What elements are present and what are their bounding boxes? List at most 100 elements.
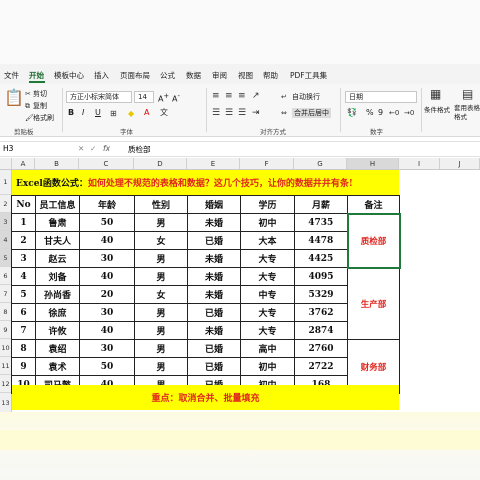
wrap-text-icon[interactable]: ↵ <box>281 92 287 102</box>
cell[interactable]: 未婚 <box>187 249 241 268</box>
phonetic-icon[interactable]: 文 <box>160 108 168 118</box>
column-header[interactable]: J <box>440 158 480 170</box>
cell[interactable]: 高中 <box>240 339 295 358</box>
menu-review[interactable]: 审阅 <box>212 70 227 81</box>
decrease-decimal-icon[interactable]: →0 <box>404 108 414 118</box>
cell[interactable]: 中专 <box>240 285 295 304</box>
align-right-icon[interactable]: ☰ <box>238 108 246 118</box>
merge-icon[interactable]: ⇔ <box>281 108 287 118</box>
fill-color-icon[interactable]: ◆ <box>128 109 134 119</box>
row-header[interactable]: 13 <box>0 393 12 413</box>
menu-help[interactable]: 帮助 <box>263 70 278 81</box>
menu-formulas[interactable]: 公式 <box>160 70 175 81</box>
note-cell[interactable]: 生产部 <box>347 267 400 340</box>
header-cell[interactable]: No <box>11 195 36 214</box>
cell[interactable]: 6 <box>11 303 36 322</box>
align-center-icon[interactable]: ☰ <box>225 108 233 118</box>
cell[interactable]: 30 <box>79 303 135 322</box>
cell[interactable]: 徐庶 <box>35 303 80 322</box>
cell[interactable]: 已婚 <box>187 339 241 358</box>
underline-button[interactable]: U <box>95 108 101 117</box>
cell[interactable]: 4425 <box>294 249 348 268</box>
cell[interactable]: 大本 <box>240 231 295 250</box>
cell[interactable]: 男 <box>134 213 188 232</box>
menu-file[interactable]: 文件 <box>4 70 19 81</box>
cell[interactable]: 已婚 <box>187 231 241 250</box>
cell[interactable]: 4735 <box>294 213 348 232</box>
cell[interactable]: 袁术 <box>35 357 80 376</box>
cell[interactable]: 未婚 <box>187 285 241 304</box>
row-header[interactable]: 1 <box>0 170 12 195</box>
border-icon[interactable]: ⊞ <box>110 109 117 119</box>
cell[interactable]: 大专 <box>240 267 295 286</box>
header-cell[interactable]: 月薪 <box>294 195 348 214</box>
cell[interactable]: 大专 <box>240 303 295 322</box>
column-header[interactable]: A <box>12 158 35 170</box>
cell[interactable]: 40 <box>79 231 135 250</box>
cell[interactable]: 鲁肃 <box>35 213 80 232</box>
cell[interactable]: 大专 <box>240 321 295 340</box>
cell[interactable]: 2874 <box>294 321 348 340</box>
header-cell[interactable]: 学历 <box>240 195 295 214</box>
column-header[interactable]: G <box>294 158 347 170</box>
cell[interactable]: 9 <box>11 357 36 376</box>
cell[interactable]: 2760 <box>294 339 348 358</box>
copy-icon[interactable]: ⧉ <box>25 101 30 111</box>
cell[interactable]: 已婚 <box>187 303 241 322</box>
cell[interactable]: 未婚 <box>187 213 241 232</box>
cell[interactable]: 袁绍 <box>35 339 80 358</box>
menu-view[interactable]: 视图 <box>238 70 253 81</box>
column-header[interactable]: E <box>187 158 240 170</box>
cell[interactable]: 50 <box>79 357 135 376</box>
cell[interactable]: 男 <box>134 303 188 322</box>
scissors-icon[interactable]: ✂ <box>25 89 31 99</box>
cell[interactable]: 男 <box>134 357 188 376</box>
note-cell-selected[interactable]: 质检部 <box>346 212 401 269</box>
menu-insert[interactable]: 插入 <box>94 70 109 81</box>
cell[interactable]: 女 <box>134 231 188 250</box>
header-cell[interactable]: 员工信息 <box>35 195 80 214</box>
column-header[interactable]: C <box>79 158 134 170</box>
cell[interactable]: 已婚 <box>187 357 241 376</box>
cell[interactable]: 4 <box>11 267 36 286</box>
cell[interactable]: 初中 <box>240 357 295 376</box>
header-cell[interactable]: 婚姻 <box>187 195 241 214</box>
cell[interactable]: 30 <box>79 339 135 358</box>
cell[interactable]: 刘备 <box>35 267 80 286</box>
cell[interactable]: 20 <box>79 285 135 304</box>
menu-data[interactable]: 数据 <box>186 70 201 81</box>
comma-style-button[interactable]: 9 <box>378 108 383 117</box>
conditional-format-icon[interactable]: ▦ <box>430 88 441 100</box>
enter-icon[interactable]: ✓ <box>90 144 96 153</box>
cell[interactable]: 3762 <box>294 303 348 322</box>
cell[interactable]: 1 <box>11 213 36 232</box>
select-all-corner[interactable] <box>0 158 12 170</box>
paste-icon[interactable]: 📋 <box>4 90 24 106</box>
cell[interactable]: 40 <box>79 321 135 340</box>
font-size-select[interactable]: 14 <box>134 91 154 103</box>
header-cell[interactable]: 备注 <box>347 195 400 214</box>
wrap-text-button[interactable]: 自动换行 <box>292 92 320 102</box>
cell[interactable]: 2 <box>11 231 36 250</box>
conditional-format-button[interactable]: 条件格式 <box>424 104 450 114</box>
increase-decimal-icon[interactable]: ←0 <box>389 108 399 118</box>
header-cell[interactable]: 性别 <box>134 195 188 214</box>
indent-icon[interactable]: ⇥ <box>252 108 260 118</box>
cancel-icon[interactable]: ✕ <box>78 144 84 153</box>
cell[interactable]: 未婚 <box>187 267 241 286</box>
grow-font-icon[interactable]: A+ <box>158 92 169 104</box>
orientation-icon[interactable]: ↗ <box>252 91 260 101</box>
menu-templates[interactable]: 模板中心 <box>54 70 84 81</box>
name-box[interactable]: H3 <box>3 144 13 153</box>
menu-pdf-tools[interactable]: PDF工具集 <box>290 70 327 81</box>
column-header[interactable]: B <box>35 158 79 170</box>
cell[interactable]: 大专 <box>240 249 295 268</box>
formula-input[interactable]: 质检部 <box>128 144 151 155</box>
column-header-selected[interactable]: H <box>347 158 399 170</box>
cell[interactable]: 40 <box>79 267 135 286</box>
cell[interactable]: 男 <box>134 321 188 340</box>
currency-icon[interactable]: 💱 <box>347 108 357 118</box>
table-format-icon[interactable]: ▤ <box>462 88 473 100</box>
cell[interactable]: 30 <box>79 249 135 268</box>
cell[interactable]: 3 <box>11 249 36 268</box>
